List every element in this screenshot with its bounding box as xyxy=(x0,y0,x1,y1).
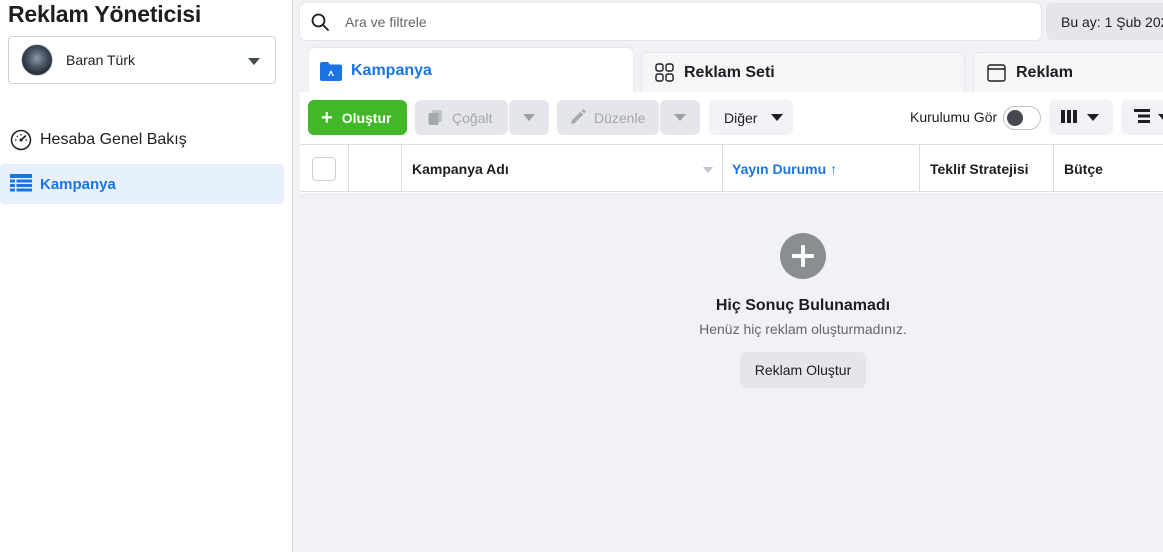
breakdown-button[interactable] xyxy=(1121,100,1163,135)
column-header-label: Kampanya Adı xyxy=(412,160,509,177)
column-header-label: Yayın Durumu xyxy=(732,160,827,177)
folder-icon xyxy=(320,60,342,82)
date-range-button[interactable]: Bu ay: 1 Şub 2022 xyxy=(1046,3,1163,40)
chevron-down-icon xyxy=(674,114,686,121)
more-dropdown-button[interactable]: Diğer xyxy=(709,100,793,135)
chevron-down-icon xyxy=(771,114,784,121)
ad-window-icon xyxy=(985,62,1007,84)
sidebar: Reklam Yöneticisi Baran Türk Hesaba Gene… xyxy=(0,0,293,552)
chevron-down-icon xyxy=(1087,114,1099,121)
duplicate-dropdown-button[interactable] xyxy=(509,100,549,135)
tab-ad[interactable]: Reklam xyxy=(973,52,1163,92)
chevron-down-icon xyxy=(523,114,535,121)
toolbar: + Oluştur Çoğalt Düzenle Diğer Kurulumu … xyxy=(300,92,1163,144)
empty-state-subtitle: Henüz hiç reklam oluşturmadınız. xyxy=(699,321,907,337)
edit-dropdown-button[interactable] xyxy=(660,100,700,135)
create-button[interactable]: + Oluştur xyxy=(308,100,407,135)
more-button-label: Diğer xyxy=(724,109,758,126)
toggle-knob xyxy=(1007,110,1023,126)
column-header-delivery[interactable]: Yayın Durumu ↑ xyxy=(723,145,920,192)
account-name: Baran Türk xyxy=(66,52,135,68)
view-setup-label: Kurulumu Gör xyxy=(910,109,998,125)
columns-button[interactable] xyxy=(1049,100,1113,135)
sidebar-item-label: Kampanya xyxy=(40,175,116,193)
chevron-down-icon xyxy=(248,58,260,65)
chevron-down-icon xyxy=(1158,114,1163,121)
sidebar-item-label: Hesaba Genel Bakış xyxy=(40,131,187,148)
select-all-checkbox[interactable] xyxy=(312,156,336,181)
duplicate-button[interactable]: Çoğalt xyxy=(415,100,508,135)
view-setup-toggle[interactable] xyxy=(1003,106,1041,130)
empty-state-title: Hiç Sonuç Bulunamadı xyxy=(715,297,891,314)
sidebar-item-campaign[interactable]: Kampanya xyxy=(0,164,284,204)
account-selector[interactable]: Baran Türk xyxy=(8,36,276,84)
create-ad-button[interactable]: Reklam Oluştur xyxy=(740,352,866,388)
breakdown-icon xyxy=(1134,109,1150,126)
edit-button[interactable]: Düzenle xyxy=(557,100,659,135)
search-icon xyxy=(311,13,329,31)
table-header: Kampanya Adı Yayın Durumu ↑ Teklif Strat… xyxy=(300,144,1163,192)
search-input[interactable] xyxy=(345,13,995,30)
tab-ad-set[interactable]: Reklam Seti xyxy=(641,52,965,92)
grid-squares-icon xyxy=(653,62,675,84)
search-bar xyxy=(300,3,1041,40)
app-title: Reklam Yöneticisi xyxy=(8,1,202,27)
sort-ascending-icon: ↑ xyxy=(830,160,838,177)
plus-icon: + xyxy=(321,106,333,129)
column-header-bid-strategy[interactable]: Teklif Stratejisi xyxy=(920,145,1054,192)
avatar xyxy=(21,44,53,76)
add-circle-icon xyxy=(780,233,826,279)
campaign-panel: + Oluştur Çoğalt Düzenle Diğer Kurulumu … xyxy=(300,92,1163,552)
column-header-label: Teklif Stratejisi xyxy=(930,160,1029,177)
sort-caret-icon xyxy=(703,167,713,173)
sidebar-item-account-overview[interactable]: Hesaba Genel Bakış xyxy=(0,120,284,160)
column-header-budget[interactable]: Bütçe xyxy=(1054,145,1163,192)
tab-label: Reklam xyxy=(1016,63,1073,81)
tab-label: Kampanya xyxy=(351,62,432,79)
table-grid-icon xyxy=(9,173,32,196)
columns-icon xyxy=(1061,109,1077,126)
empty-state: Hiç Sonuç Bulunamadı Henüz hiç reklam ol… xyxy=(300,193,1163,552)
edit-button-label: Düzenle xyxy=(594,109,646,126)
status-toggle-column xyxy=(349,145,402,192)
create-button-label: Oluştur xyxy=(341,109,392,126)
column-header-label: Bütçe xyxy=(1064,160,1103,177)
pencil-icon xyxy=(569,109,586,126)
tab-label: Reklam Seti xyxy=(684,63,775,81)
dashboard-gauge-icon xyxy=(9,129,32,152)
select-all-cell xyxy=(300,145,349,192)
duplicate-icon xyxy=(427,109,444,126)
duplicate-button-label: Çoğalt xyxy=(452,109,493,126)
tab-campaign[interactable]: Kampanya xyxy=(309,48,633,94)
column-header-campaign-name[interactable]: Kampanya Adı xyxy=(402,145,723,192)
